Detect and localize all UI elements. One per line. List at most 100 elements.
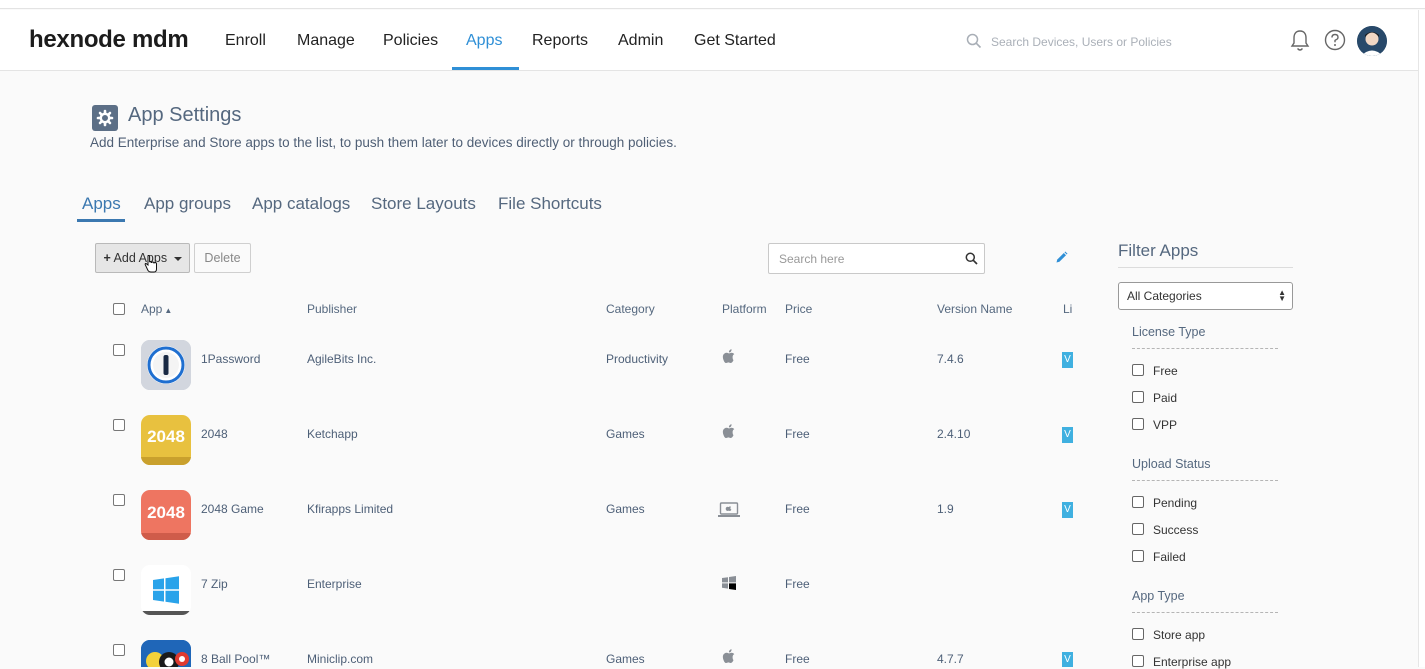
filter-apps-title: Filter Apps bbox=[1118, 241, 1199, 260]
apple-icon bbox=[722, 424, 735, 438]
license-badge: V bbox=[1062, 652, 1073, 667]
nav-reports[interactable]: Reports bbox=[532, 32, 588, 50]
edit-pencil-icon[interactable] bbox=[1055, 251, 1068, 264]
filter-checkbox-failed[interactable] bbox=[1132, 550, 1144, 562]
filter-checkbox-paid[interactable] bbox=[1132, 391, 1144, 403]
filter-option-label: VPP bbox=[1153, 418, 1178, 432]
nav-enroll[interactable]: Enroll bbox=[225, 32, 266, 50]
page-title: App Settings bbox=[128, 104, 242, 126]
top-strip bbox=[0, 0, 1425, 9]
category-select[interactable]: All Categories ▲ ▼ bbox=[1118, 282, 1293, 310]
sort-ascending-icon: ▲ bbox=[164, 306, 173, 315]
apple-icon bbox=[722, 649, 735, 663]
divider bbox=[1118, 267, 1293, 268]
app-name[interactable]: 8 Ball Pool™ bbox=[201, 652, 270, 666]
top-navigation-bar: hexnode mdm Enroll Manage Policies Apps … bbox=[0, 10, 1418, 71]
divider bbox=[1132, 612, 1278, 613]
add-apps-button[interactable]: + Add Apps bbox=[95, 243, 190, 273]
filter-checkbox-success[interactable] bbox=[1132, 523, 1144, 535]
filter-checkbox-store-app[interactable] bbox=[1132, 628, 1144, 640]
app-name[interactable]: 2048 Game bbox=[201, 502, 264, 516]
user-avatar[interactable] bbox=[1357, 26, 1387, 56]
bell-icon[interactable] bbox=[1289, 29, 1311, 53]
column-header-license[interactable]: Li bbox=[1063, 302, 1072, 316]
version-name: 7.4.6 bbox=[937, 352, 964, 366]
column-header-app[interactable]: App ▲ bbox=[141, 302, 172, 316]
icon-label: 2048 bbox=[147, 503, 185, 522]
add-apps-label: Add Apps bbox=[113, 251, 168, 265]
scroll-track[interactable] bbox=[1418, 10, 1425, 667]
category: Productivity bbox=[606, 352, 669, 366]
app-icon-2048-game[interactable]: 2048 bbox=[141, 490, 191, 540]
tab-file-shortcuts[interactable]: File Shortcuts bbox=[498, 194, 602, 214]
mac-laptop-icon bbox=[718, 502, 740, 517]
table-search bbox=[768, 243, 985, 274]
caret-down-icon bbox=[173, 256, 182, 261]
app-name[interactable]: 1Password bbox=[201, 352, 260, 366]
divider bbox=[1132, 480, 1278, 481]
tab-app-groups[interactable]: App groups bbox=[144, 194, 231, 214]
row-checkbox[interactable] bbox=[113, 494, 125, 506]
column-header-platform[interactable]: Platform bbox=[722, 302, 767, 316]
category: Games bbox=[606, 502, 645, 516]
filter-option-label: Free bbox=[1153, 364, 1178, 378]
app-icon-1password[interactable] bbox=[141, 340, 191, 390]
tab-store-layouts[interactable]: Store Layouts bbox=[371, 194, 476, 214]
app-icon-2048[interactable]: 2048 bbox=[141, 415, 191, 465]
tab-apps[interactable]: Apps bbox=[82, 194, 121, 214]
help-icon[interactable] bbox=[1324, 29, 1346, 51]
global-search bbox=[964, 31, 1194, 53]
publisher: Kfirapps Limited bbox=[307, 502, 394, 516]
filter-option-label: Success bbox=[1153, 523, 1199, 537]
category: Games bbox=[606, 427, 645, 441]
publisher: Miniclip.com bbox=[307, 652, 374, 666]
publisher: AgileBits Inc. bbox=[307, 352, 377, 366]
app-icon-8-ball-pool[interactable] bbox=[141, 640, 191, 667]
active-tab-indicator bbox=[77, 219, 125, 222]
row-checkbox[interactable] bbox=[113, 569, 125, 581]
license-badge: V bbox=[1062, 502, 1073, 518]
license-badge: V bbox=[1062, 427, 1073, 443]
nav-manage[interactable]: Manage bbox=[297, 32, 355, 50]
icon-label: 2048 bbox=[147, 427, 185, 446]
price: Free bbox=[785, 502, 810, 516]
column-header-category[interactable]: Category bbox=[606, 302, 655, 316]
column-header-publisher[interactable]: Publisher bbox=[307, 302, 357, 316]
filter-checkbox-free[interactable] bbox=[1132, 364, 1144, 376]
active-nav-indicator bbox=[452, 67, 519, 70]
app-name[interactable]: 7 Zip bbox=[201, 577, 228, 591]
table-search-input[interactable] bbox=[779, 250, 949, 268]
global-search-input[interactable] bbox=[991, 31, 1191, 53]
select-arrows-icon: ▲ ▼ bbox=[1278, 288, 1286, 303]
column-header-price[interactable]: Price bbox=[785, 302, 812, 316]
windows-icon bbox=[722, 576, 736, 590]
row-checkbox[interactable] bbox=[113, 644, 125, 656]
nav-admin[interactable]: Admin bbox=[618, 32, 663, 50]
tab-app-catalogs[interactable]: App catalogs bbox=[252, 194, 350, 214]
filter-option-label: Pending bbox=[1153, 496, 1198, 510]
app-type-heading: App Type bbox=[1132, 589, 1185, 603]
delete-button[interactable]: Delete bbox=[194, 243, 251, 273]
publisher: Ketchapp bbox=[307, 427, 358, 441]
app-icon-7-zip[interactable] bbox=[141, 565, 191, 615]
column-header-version-name[interactable]: Version Name bbox=[937, 302, 1012, 316]
select-all-checkbox[interactable] bbox=[113, 303, 125, 315]
search-icon[interactable] bbox=[965, 252, 978, 265]
apple-icon bbox=[722, 349, 735, 363]
app-name[interactable]: 2048 bbox=[201, 427, 228, 441]
filter-option-label: Paid bbox=[1153, 391, 1178, 405]
row-checkbox[interactable] bbox=[113, 344, 125, 356]
filter-checkbox-pending[interactable] bbox=[1132, 496, 1144, 508]
nav-policies[interactable]: Policies bbox=[383, 32, 438, 50]
filter-checkbox-vpp[interactable] bbox=[1132, 418, 1144, 430]
divider bbox=[1132, 348, 1278, 349]
row-checkbox[interactable] bbox=[113, 419, 125, 431]
version-name: 2.4.10 bbox=[937, 427, 971, 441]
filter-option-label: Store app bbox=[1153, 628, 1206, 642]
hexnode-logo[interactable]: hexnode mdm bbox=[29, 26, 189, 54]
page-subtitle: Add Enterprise and Store apps to the lis… bbox=[90, 135, 677, 150]
nav-apps[interactable]: Apps bbox=[466, 32, 502, 50]
filter-checkbox-enterprise-app[interactable] bbox=[1132, 655, 1144, 667]
upload-status-heading: Upload Status bbox=[1132, 457, 1211, 471]
nav-get-started[interactable]: Get Started bbox=[694, 32, 776, 50]
